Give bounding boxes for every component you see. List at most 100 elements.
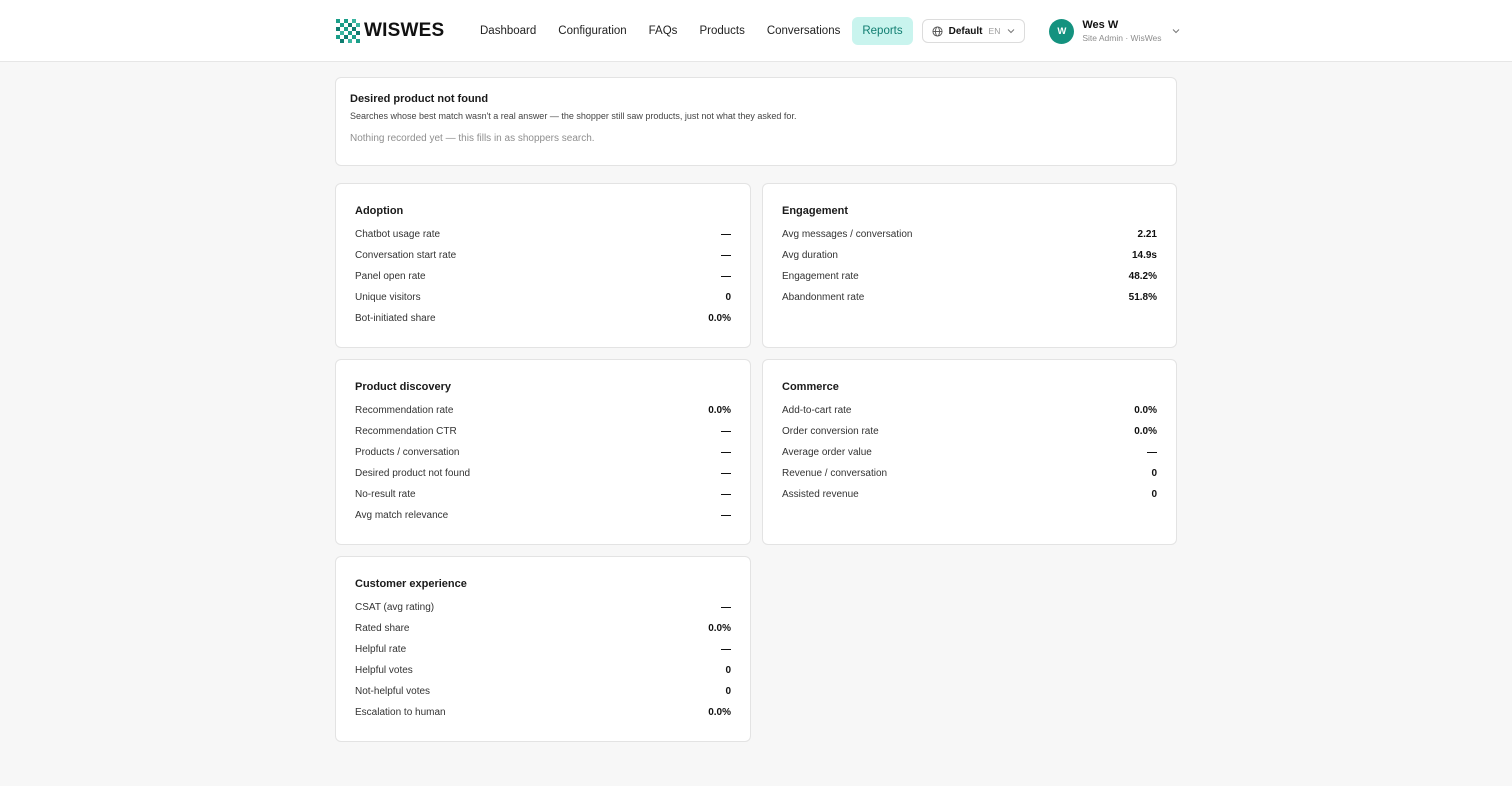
metric-label: No-result rate: [355, 489, 416, 500]
nav-item-dashboard[interactable]: Dashboard: [470, 17, 546, 45]
topbar-content: WISWES Dashboard Configuration FAQs Prod…: [336, 0, 1184, 62]
metric-label: Not-helpful votes: [355, 686, 431, 697]
nav-item-products[interactable]: Products: [689, 17, 754, 45]
user-name: Wes W: [1082, 19, 1119, 32]
metric-value: 0.0%: [708, 313, 731, 324]
metric-row: No-result rate —: [355, 484, 731, 505]
metric-row: Average order value —: [782, 442, 1157, 463]
nav-item-conversations[interactable]: Conversations: [757, 17, 851, 45]
card-title: Customer experience: [355, 578, 467, 590]
metric-row: Chatbot usage rate —: [355, 224, 731, 245]
metric-value: 0: [725, 292, 731, 303]
metric-value: 0: [1151, 489, 1157, 500]
metric-row: Bot-initiated share 0.0%: [355, 308, 731, 329]
metric-value: —: [721, 426, 731, 437]
environment-label: Default: [948, 25, 983, 37]
metric-label: Revenue / conversation: [782, 468, 888, 479]
metric-value: 0.0%: [1134, 426, 1157, 437]
metric-value: 0.0%: [1134, 405, 1157, 416]
metric-row: Not-helpful votes 0: [355, 681, 731, 702]
metric-label: Conversation start rate: [355, 250, 457, 261]
metric-row: Escalation to human 0.0%: [355, 702, 731, 723]
top-navigation-bar: WISWES Dashboard Configuration FAQs Prod…: [0, 0, 1512, 62]
metric-row: Conversation start rate —: [355, 245, 731, 266]
metric-value: 48.2%: [1128, 271, 1157, 282]
user-menu[interactable]: W Wes W Site Admin · WisWes: [1049, 18, 1180, 44]
nav-item-faqs[interactable]: FAQs: [639, 17, 688, 45]
metric-row: Unique visitors 0: [355, 287, 731, 308]
metric-label: Desired product not found: [355, 468, 471, 479]
chevron-down-icon[interactable]: [1172, 27, 1180, 35]
metric-value: 0: [1151, 468, 1157, 479]
metric-label: Add-to-cart rate: [782, 405, 852, 416]
metric-row: Order conversion rate 0.0%: [782, 421, 1157, 442]
metric-row: Add-to-cart rate 0.0%: [782, 400, 1157, 421]
metric-label: Abandonment rate: [782, 292, 865, 303]
metric-row: Desired product not found —: [355, 463, 731, 484]
metric-row: Rated share 0.0%: [355, 618, 731, 639]
desired-product-not-found-panel: Desired product not found Searches whose…: [335, 77, 1177, 166]
metric-row: Helpful votes 0: [355, 660, 731, 681]
environment-selector[interactable]: Default EN: [921, 19, 1026, 43]
metric-value: 2.21: [1137, 229, 1157, 240]
metric-row: Panel open rate —: [355, 266, 731, 287]
user-role: Site Admin · WisWes: [1082, 32, 1162, 43]
metric-value: —: [721, 447, 731, 458]
metric-label: Helpful rate: [355, 644, 407, 655]
metric-row: Products / conversation —: [355, 442, 731, 463]
engagement-card: Engagement Avg messages / conversation 2.…: [762, 183, 1177, 348]
metric-label: Avg messages / conversation: [782, 229, 913, 240]
metric-label: Avg duration: [782, 250, 838, 261]
metric-value: —: [721, 468, 731, 479]
card-title: Commerce: [782, 381, 839, 393]
metric-label: Chatbot usage rate: [355, 229, 441, 240]
metric-row: CSAT (avg rating) —: [355, 597, 731, 618]
chevron-down-icon: [1007, 29, 1015, 34]
metric-value: —: [1147, 447, 1157, 458]
metric-label: Average order value: [782, 447, 872, 458]
metric-label: CSAT (avg rating): [355, 602, 435, 613]
nav-item-configuration[interactable]: Configuration: [548, 17, 636, 45]
metric-label: Bot-initiated share: [355, 313, 436, 324]
metric-value: —: [721, 229, 731, 240]
metric-label: Avg match relevance: [355, 510, 449, 521]
metric-value: —: [721, 489, 731, 500]
metric-row: Assisted revenue 0: [782, 484, 1157, 505]
metric-label: Engagement rate: [782, 271, 859, 282]
metric-value: 0.0%: [708, 707, 731, 718]
metric-value: 0: [725, 686, 731, 697]
panel-description: Searches whose best match wasn't a real …: [350, 111, 797, 121]
empty-state-message: Nothing recorded yet — this fills in as …: [350, 133, 595, 144]
globe-icon: [932, 25, 943, 37]
metric-label: Products / conversation: [355, 447, 460, 458]
user-info: Wes W Site Admin · WisWes: [1082, 19, 1161, 42]
card-title: Adoption: [355, 205, 404, 217]
metric-value: —: [721, 644, 731, 655]
metric-value: 0.0%: [708, 405, 731, 416]
metric-value: —: [721, 271, 731, 282]
checker-logo-icon: [336, 19, 360, 43]
environment-language: EN: [988, 26, 1001, 36]
metric-label: Escalation to human: [355, 707, 446, 718]
metric-value: 14.9s: [1131, 250, 1157, 261]
brand-logo[interactable]: WISWES: [336, 19, 450, 43]
metric-row: Recommendation CTR —: [355, 421, 731, 442]
product-discovery-card: Product discovery Recommendation rate 0.0…: [335, 359, 751, 545]
nav-item-reports[interactable]: Reports: [852, 17, 913, 45]
metric-row: Revenue / conversation 0: [782, 463, 1157, 484]
brand-name: WISWES: [364, 20, 445, 41]
metric-row: Avg match relevance —: [355, 505, 731, 526]
metric-value: —: [721, 510, 731, 521]
metric-label: Panel open rate: [355, 271, 426, 282]
main-nav: Dashboard Configuration FAQs Products Co…: [470, 17, 915, 45]
metric-value: —: [721, 602, 731, 613]
metric-label: Helpful votes: [355, 665, 413, 676]
metric-label: Assisted revenue: [782, 489, 859, 500]
metric-value: 0: [725, 665, 731, 676]
metric-value: 51.8%: [1128, 292, 1157, 303]
card-title: Engagement: [782, 205, 849, 217]
metric-row: Engagement rate 48.2%: [782, 266, 1157, 287]
metric-label: Recommendation CTR: [355, 426, 457, 437]
metric-label: Unique visitors: [355, 292, 421, 303]
metric-row: Avg messages / conversation 2.21: [782, 224, 1157, 245]
